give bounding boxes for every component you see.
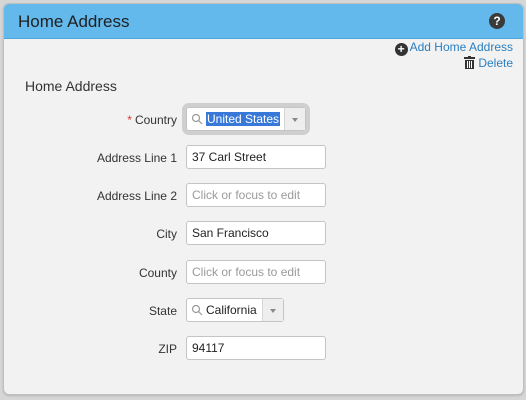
address-line-1-input[interactable]: 37 Carl Street: [186, 145, 326, 169]
required-marker: *: [127, 113, 132, 127]
city-label: City: [156, 227, 177, 241]
chevron-down-icon[interactable]: [284, 108, 305, 130]
add-home-address-link[interactable]: + Add Home Address: [394, 40, 513, 56]
address2-row: Address Line 2 Click or focus to edit: [4, 183, 523, 209]
county-input[interactable]: Click or focus to edit: [186, 260, 326, 284]
city-row: City San Francisco: [4, 221, 523, 247]
country-select[interactable]: United States: [182, 103, 310, 135]
delete-label: Delete: [478, 56, 513, 70]
plus-circle-icon: +: [394, 43, 408, 56]
section-title: Home Address: [25, 78, 117, 94]
delete-link[interactable]: Delete: [395, 56, 513, 72]
chevron-down-icon[interactable]: [262, 299, 283, 321]
help-icon[interactable]: ?: [489, 13, 505, 29]
address1-label: Address Line 1: [96, 151, 177, 165]
state-row: State California: [4, 298, 523, 324]
state-label: State: [148, 304, 177, 318]
search-icon: [191, 304, 203, 316]
state-value: California: [206, 303, 257, 317]
country-value: United States: [206, 112, 281, 126]
actions: + Add Home Address Delete: [394, 40, 513, 72]
zip-label: ZIP: [158, 342, 177, 356]
address-line-2-input[interactable]: Click or focus to edit: [186, 183, 326, 207]
city-input[interactable]: San Francisco: [186, 221, 326, 245]
panel-title: Home Address: [18, 12, 130, 31]
add-home-address-label: Add Home Address: [409, 40, 513, 54]
zip-row: ZIP 94117: [4, 336, 523, 362]
search-icon: [191, 113, 203, 125]
trash-icon: [463, 56, 476, 72]
home-address-panel: Home Address ? + Add Home Address Delete …: [3, 3, 524, 395]
panel-header: Home Address ?: [4, 4, 523, 39]
address2-label: Address Line 2: [96, 189, 177, 203]
country-label: * Country: [127, 113, 177, 127]
zip-input[interactable]: 94117: [186, 336, 326, 360]
address1-row: Address Line 1 37 Carl Street: [4, 145, 523, 171]
state-select[interactable]: California: [186, 298, 284, 322]
country-row: * Country United States: [4, 103, 523, 135]
county-row: County Click or focus to edit: [4, 260, 523, 286]
county-label: County: [138, 266, 177, 280]
